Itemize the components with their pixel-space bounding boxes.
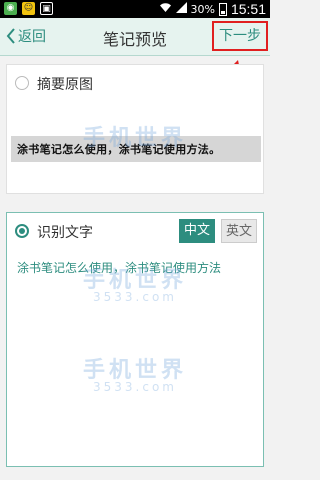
image-icon: ▣ <box>40 2 53 15</box>
app-notification-icon: ◉ <box>4 2 17 15</box>
clock: 15:51 <box>230 1 266 17</box>
battery-percentage: 30% <box>190 2 215 16</box>
next-step-button[interactable]: 下一步 <box>212 21 268 51</box>
original-image-radio[interactable] <box>15 76 29 90</box>
original-image-label: 摘要原图 <box>37 77 93 93</box>
system-icons: 30% 15:51 <box>159 1 266 17</box>
wifi-icon <box>159 2 172 16</box>
recognized-text-radio[interactable] <box>15 224 29 238</box>
english-language-button[interactable]: 英文 <box>221 219 257 243</box>
signal-icon <box>175 2 187 16</box>
watermark-domain: 3533.com <box>93 380 177 394</box>
battery-icon <box>218 2 227 16</box>
watermark-domain: 3533.com <box>93 290 177 304</box>
app-bar: 返回 笔记预览 下一步 <box>0 18 270 56</box>
smile-icon: ☺ <box>22 2 35 15</box>
notification-icons: ◉ ☺ ▣ <box>4 2 53 15</box>
recognized-text-card: 识别文字 中文 英文 涂书笔记怎么使用，涂书笔记使用方法 <box>6 212 264 467</box>
watermark-brand: 手机世界 <box>82 126 187 151</box>
chinese-language-button[interactable]: 中文 <box>179 219 215 243</box>
recognized-text-label: 识别文字 <box>37 225 93 241</box>
status-bar: ◉ ☺ ▣ 30% 15:51 <box>0 0 270 18</box>
